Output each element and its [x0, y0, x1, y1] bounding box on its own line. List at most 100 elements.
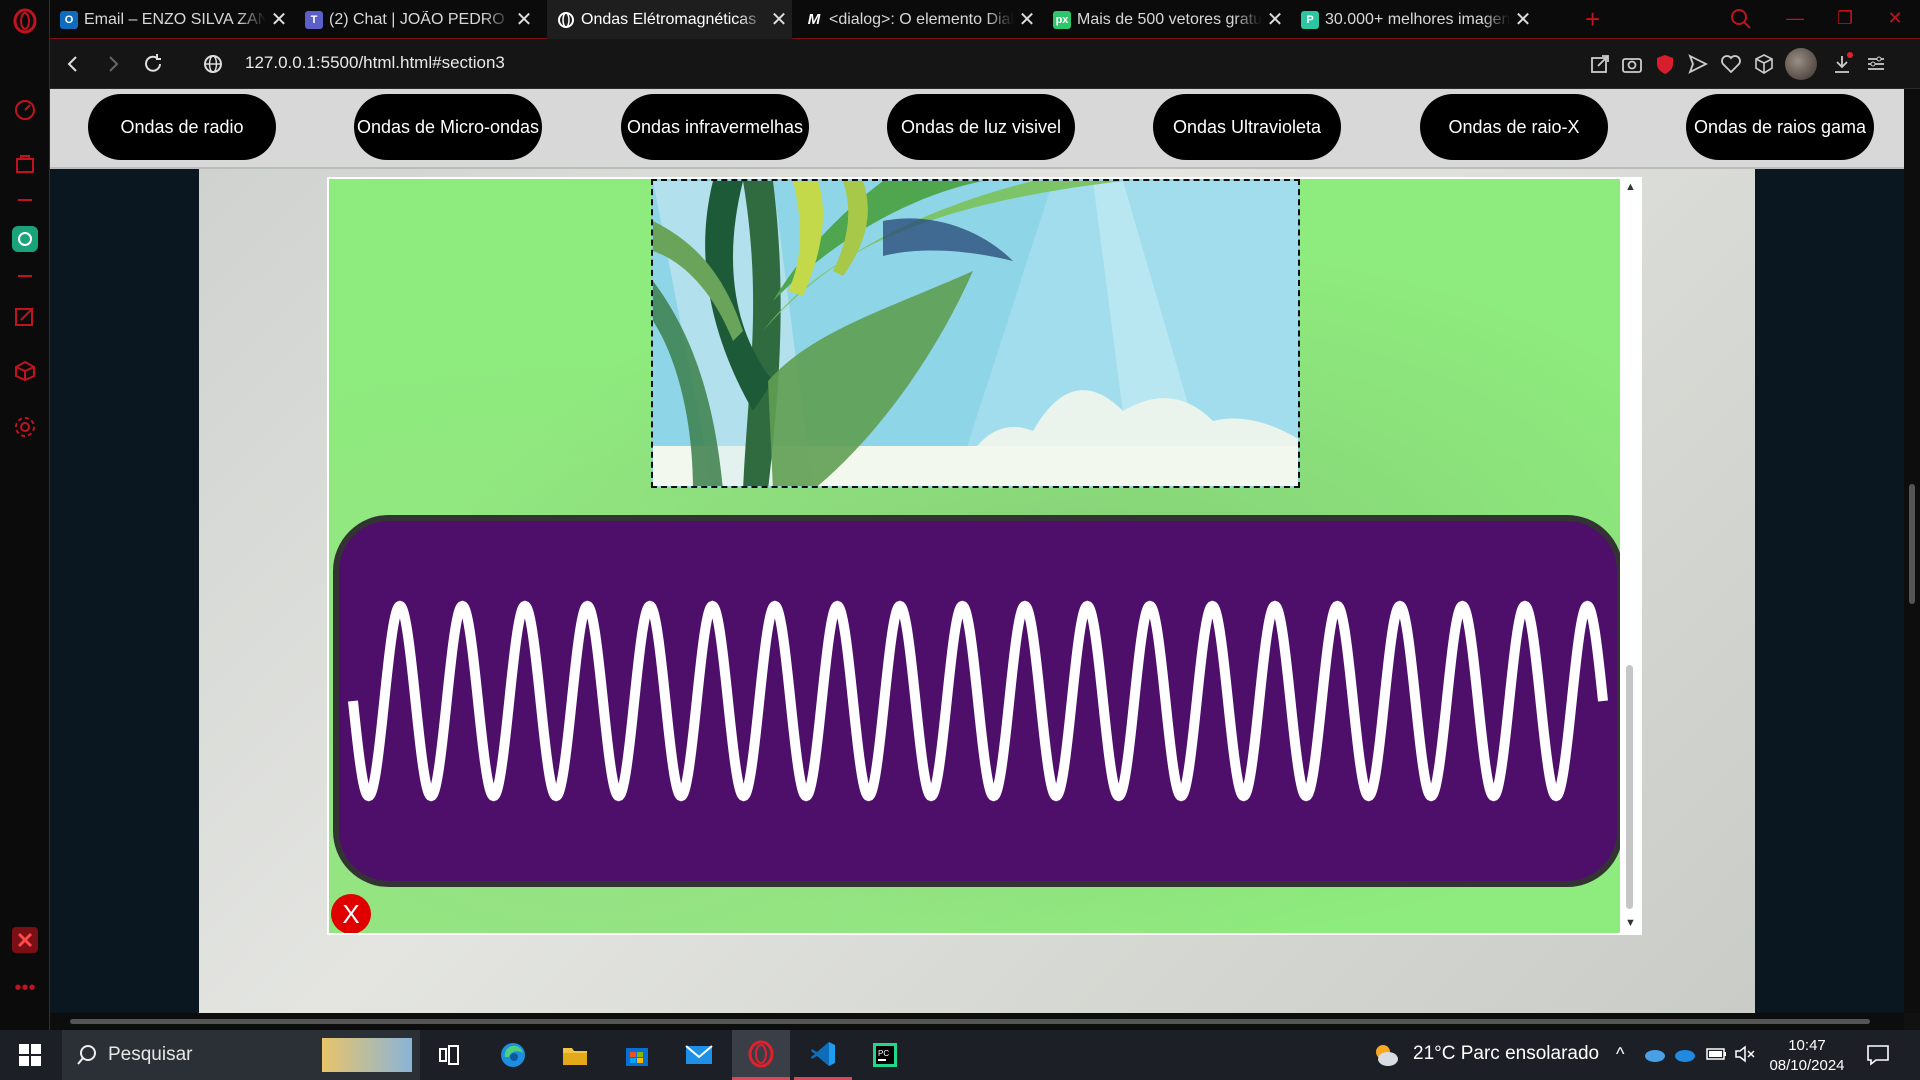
opera-taskbar-icon[interactable] — [732, 1030, 790, 1080]
tab-title: 30.000+ melhores imagens — [1325, 10, 1510, 28]
taskbar-clock[interactable]: 10:47 08/10/2024 — [1762, 1036, 1852, 1076]
new-tab-button[interactable]: + — [1585, 4, 1600, 35]
taskbar-search[interactable]: Pesquisar — [62, 1030, 420, 1080]
snapshot-camera-icon[interactable] — [1620, 52, 1644, 76]
show-hidden-icons-icon[interactable]: ^ — [1616, 1044, 1624, 1065]
microsoft-store-icon[interactable] — [608, 1030, 666, 1080]
shopping-bag-icon[interactable] — [12, 150, 38, 176]
dialog-scroll-thumb[interactable] — [1626, 665, 1633, 909]
close-window-button[interactable]: ✕ — [1870, 0, 1920, 39]
tools-icon[interactable] — [12, 927, 38, 953]
section-nav: Ondas de radio Ondas de Micro-ondas Onda… — [50, 89, 1904, 169]
weather-icon — [1372, 1042, 1400, 1068]
search-tabs-icon[interactable] — [1730, 8, 1752, 35]
plant-illustration — [651, 179, 1300, 488]
file-explorer-icon[interactable] — [546, 1030, 604, 1080]
close-tab-icon[interactable]: ✕ — [1014, 7, 1040, 32]
extensions-cube-icon[interactable] — [12, 358, 38, 384]
address-bar: 127.0.0.1:5500/html.html#section3 — [50, 39, 1920, 89]
page-vertical-scrollbar[interactable] — [1904, 89, 1920, 1013]
restore-button[interactable]: ❐ — [1820, 0, 1870, 39]
easy-setup-icon[interactable] — [1864, 52, 1888, 76]
cube-icon[interactable] — [1752, 52, 1776, 76]
nav-button-microondas[interactable]: Ondas de Micro-ondas — [354, 94, 542, 160]
pycharm-icon[interactable]: PC — [856, 1030, 914, 1080]
clock-time: 10:47 — [1788, 1037, 1826, 1054]
wave-line — [348, 600, 1608, 802]
tab-title: Ondas Elétromagnéticas — [581, 10, 757, 28]
svg-text:PC: PC — [878, 1049, 889, 1058]
desktop-screen: ••• O Email – ENZO SILVA ZANARDI ✕ T (2)… — [0, 0, 1920, 1080]
page-scroll-thumb[interactable] — [1909, 484, 1915, 604]
battery-icon[interactable] — [1706, 1046, 1728, 1067]
pinboard-icon[interactable] — [12, 303, 38, 329]
close-tab-icon[interactable]: ✕ — [1510, 7, 1536, 32]
onedrive-offline-icon[interactable] — [1644, 1045, 1666, 1068]
tab-title: Mais de 500 vetores gratuitos — [1077, 10, 1262, 28]
teams-icon: T — [305, 10, 323, 29]
web-page: Ondas de radio Ondas de Micro-ondas Onda… — [50, 89, 1904, 1013]
task-view-icon[interactable] — [420, 1030, 478, 1080]
back-button[interactable] — [60, 51, 86, 77]
tab-imagens[interactable]: P 30.000+ melhores imagens ✕ — [1291, 0, 1536, 39]
scroll-down-icon[interactable]: ▼ — [1625, 917, 1636, 929]
vscode-icon[interactable] — [794, 1030, 852, 1080]
notifications-icon[interactable] — [1866, 1044, 1890, 1071]
url-field[interactable]: 127.0.0.1:5500/html.html#section3 — [245, 53, 505, 73]
minimize-button[interactable]: — — [1770, 0, 1820, 39]
sidebar-divider — [12, 198, 38, 202]
close-tab-icon[interactable]: ✕ — [1262, 7, 1288, 32]
tab-title: <dialog>: O elemento Dialog — [829, 10, 1014, 28]
nav-button-ultravioleta[interactable]: Ondas Ultravioleta — [1153, 94, 1341, 160]
nav-button-luz-visivel[interactable]: Ondas de luz visivel — [887, 94, 1075, 160]
adblock-shield-icon[interactable] — [1653, 52, 1677, 76]
close-tab-icon[interactable]: ✕ — [266, 7, 292, 32]
scroll-up-icon[interactable]: ▲ — [1625, 181, 1636, 193]
mdn-icon: M — [807, 11, 821, 28]
search-icon — [77, 1045, 96, 1065]
tab-dialog-mdn[interactable]: M <dialog>: O elemento Dialog ✕ — [795, 0, 1040, 39]
close-tab-icon[interactable]: ✕ — [511, 7, 537, 32]
edge-icon[interactable] — [484, 1030, 542, 1080]
tab-ondas[interactable]: Ondas Elétromagnéticas ✕ — [547, 0, 792, 39]
search-highlight-icon — [322, 1038, 412, 1072]
windows-start-icon[interactable] — [0, 1030, 60, 1080]
nav-button-raio-x[interactable]: Ondas de raio-X — [1420, 94, 1608, 160]
opera-logo-icon[interactable] — [12, 8, 38, 34]
dialog-scrollbar[interactable]: ▲ ▼ — [1620, 179, 1640, 933]
outlook-icon: O — [60, 10, 78, 29]
downloads-icon[interactable] — [1830, 52, 1854, 76]
weather-text[interactable]: 21°C Parc ensolarado — [1413, 1043, 1599, 1065]
close-tab-icon[interactable]: ✕ — [766, 7, 792, 32]
reload-button[interactable] — [140, 51, 166, 77]
nav-button-raios-gama[interactable]: Ondas de raios gama — [1686, 94, 1874, 160]
sidebar-divider-2 — [12, 274, 38, 278]
wave-panel — [333, 515, 1623, 887]
share-icon[interactable] — [1588, 52, 1612, 76]
speed-dial-icon[interactable] — [12, 96, 38, 122]
heart-icon[interactable] — [1719, 52, 1743, 76]
tab-strip: O Email – ENZO SILVA ZANARDI ✕ T (2) Cha… — [50, 0, 1920, 39]
close-dialog-button[interactable]: X — [331, 894, 371, 933]
page-horizontal-scrollbar[interactable] — [50, 1013, 1904, 1030]
pixabay-icon: px — [1053, 10, 1071, 29]
tab-title: Email – ENZO SILVA ZANARDI — [84, 10, 266, 28]
chatgpt-icon[interactable] — [12, 226, 38, 252]
forward-button[interactable] — [100, 51, 126, 77]
tab-vetores[interactable]: px Mais de 500 vetores gratuitos ✕ — [1043, 0, 1288, 39]
profile-avatar[interactable] — [1785, 48, 1817, 80]
onedrive-icon[interactable] — [1674, 1045, 1696, 1068]
tab-email[interactable]: O Email – ENZO SILVA ZANARDI ✕ — [50, 0, 292, 39]
page-hscroll-thumb[interactable] — [70, 1019, 1870, 1024]
tab-chat[interactable]: T (2) Chat | JOÃO PEDRO BENEDITO ✕ — [295, 0, 537, 39]
site-info-icon[interactable] — [200, 51, 226, 77]
send-icon[interactable] — [1686, 52, 1710, 76]
windows-taskbar: Pesquisar PC 21°C Parc ensolarado ^ 10:4… — [0, 1030, 1920, 1080]
nav-button-radio[interactable]: Ondas de radio — [88, 94, 276, 160]
mail-icon[interactable] — [670, 1030, 728, 1080]
more-options-icon[interactable]: ••• — [12, 975, 38, 1001]
settings-gear-icon[interactable] — [12, 414, 38, 440]
volume-muted-icon[interactable] — [1734, 1045, 1756, 1068]
search-placeholder: Pesquisar — [108, 1044, 193, 1065]
nav-button-infravermelhas[interactable]: Ondas infravermelhas — [621, 94, 809, 160]
